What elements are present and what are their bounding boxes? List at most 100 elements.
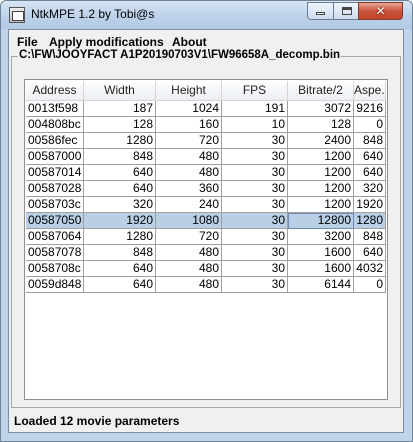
menu-file[interactable]: File	[17, 35, 38, 49]
cell-address[interactable]: 00587050	[26, 213, 84, 229]
cell-address[interactable]: 00587078	[26, 245, 84, 261]
cell-fps[interactable]: 30	[222, 197, 288, 213]
cell-width[interactable]: 1280	[84, 133, 156, 149]
cell-width[interactable]: 848	[84, 245, 156, 261]
menu-apply-modifications[interactable]: Apply modifications	[49, 35, 164, 49]
cell-aspect[interactable]: 640	[354, 165, 386, 181]
title-bar[interactable]: NtkMPE 1.2 by Tobi@s ✕	[1, 1, 412, 29]
cell-fps[interactable]: 30	[222, 245, 288, 261]
cell-address[interactable]: 0059d848	[26, 277, 84, 293]
cell-bitrate[interactable]: 1200	[288, 165, 354, 181]
cell-height[interactable]: 720	[156, 229, 222, 245]
cell-aspect[interactable]: 320	[354, 181, 386, 197]
cell-address[interactable]: 0013f598	[26, 101, 84, 117]
column-header-height[interactable]: Height	[156, 81, 222, 100]
menu-about[interactable]: About	[172, 35, 207, 49]
table-row[interactable]: 0058708c 640 480 30 1600 4032	[26, 261, 386, 277]
cell-address[interactable]: 0058703c	[26, 197, 84, 213]
cell-bitrate[interactable]: 12800	[288, 213, 354, 229]
cell-bitrate[interactable]: 128	[288, 117, 354, 133]
cell-width[interactable]: 1920	[84, 213, 156, 229]
cell-width[interactable]: 640	[84, 277, 156, 293]
table-row[interactable]: 00587078 848 480 30 1600 640	[26, 245, 386, 261]
cell-aspect[interactable]: 9216	[354, 101, 386, 117]
cell-bitrate[interactable]: 1600	[288, 245, 354, 261]
cell-height[interactable]: 1024	[156, 101, 222, 117]
cell-aspect[interactable]: 1920	[354, 197, 386, 213]
cell-address[interactable]: 00587014	[26, 165, 84, 181]
app-icon[interactable]	[9, 7, 25, 23]
cell-height[interactable]: 480	[156, 245, 222, 261]
cell-fps[interactable]: 30	[222, 149, 288, 165]
movie-parameters-table[interactable]: Address Width Height FPS Bitrate/2 Aspe.…	[24, 79, 388, 400]
cell-width[interactable]: 320	[84, 197, 156, 213]
table-row[interactable]: 0058703c 320 240 30 1200 1920	[26, 197, 386, 213]
column-header-bitrate[interactable]: Bitrate/2	[288, 81, 354, 100]
cell-fps[interactable]: 30	[222, 165, 288, 181]
cell-width[interactable]: 640	[84, 261, 156, 277]
cell-height[interactable]: 480	[156, 165, 222, 181]
cell-height[interactable]: 160	[156, 117, 222, 133]
cell-width[interactable]: 640	[84, 165, 156, 181]
cell-width[interactable]: 848	[84, 149, 156, 165]
cell-fps[interactable]: 30	[222, 181, 288, 197]
cell-fps[interactable]: 30	[222, 277, 288, 293]
cell-address[interactable]: 00586fec	[26, 133, 84, 149]
table-row[interactable]: 00587028 640 360 30 1200 320	[26, 181, 386, 197]
cell-aspect[interactable]: 4032	[354, 261, 386, 277]
cell-aspect[interactable]: 640	[354, 149, 386, 165]
cell-fps[interactable]: 10	[222, 117, 288, 133]
cell-bitrate[interactable]: 1600	[288, 261, 354, 277]
cell-fps[interactable]: 30	[222, 213, 288, 229]
cell-aspect[interactable]: 848	[354, 133, 386, 149]
cell-bitrate[interactable]: 1200	[288, 149, 354, 165]
cell-aspect[interactable]: 1280	[354, 213, 386, 229]
column-header-aspect[interactable]: Aspe...	[354, 81, 386, 100]
cell-aspect[interactable]: 0	[354, 277, 386, 293]
close-button[interactable]: ✕	[358, 2, 403, 20]
cell-aspect[interactable]: 640	[354, 245, 386, 261]
cell-fps[interactable]: 30	[222, 261, 288, 277]
cell-height[interactable]: 480	[156, 149, 222, 165]
table-row[interactable]: 0013f598 187 1024 191 3072 9216	[26, 101, 386, 117]
cell-address[interactable]: 004808bc	[26, 117, 84, 133]
cell-fps[interactable]: 191	[222, 101, 288, 117]
cell-width[interactable]: 1280	[84, 229, 156, 245]
column-header-fps[interactable]: FPS	[222, 81, 288, 100]
cell-bitrate[interactable]: 3072	[288, 101, 354, 117]
cell-width[interactable]: 640	[84, 181, 156, 197]
cell-height[interactable]: 1080	[156, 213, 222, 229]
cell-fps[interactable]: 30	[222, 229, 288, 245]
cell-height[interactable]: 720	[156, 133, 222, 149]
table-row[interactable]: 00587014 640 480 30 1200 640	[26, 165, 386, 181]
cell-width[interactable]: 187	[84, 101, 156, 117]
cell-fps[interactable]: 30	[222, 133, 288, 149]
cell-address[interactable]: 00587000	[26, 149, 84, 165]
cell-bitrate[interactable]: 1200	[288, 197, 354, 213]
cell-height[interactable]: 480	[156, 261, 222, 277]
cell-height[interactable]: 360	[156, 181, 222, 197]
table-row[interactable]: 00587064 1280 720 30 3200 848	[26, 229, 386, 245]
cell-height[interactable]: 480	[156, 277, 222, 293]
minimize-button[interactable]	[307, 2, 334, 20]
table-row[interactable]: 00587000 848 480 30 1200 640	[26, 149, 386, 165]
cell-bitrate[interactable]: 1200	[288, 181, 354, 197]
table-row[interactable]: 00586fec 1280 720 30 2400 848	[26, 133, 386, 149]
table-row[interactable]: 0059d848 640 480 30 6144 0	[26, 277, 386, 293]
cell-bitrate[interactable]: 3200	[288, 229, 354, 245]
cell-bitrate[interactable]: 6144	[288, 277, 354, 293]
table-row[interactable]: 00587050 1920 1080 30 12800 1280	[26, 213, 386, 229]
cell-address[interactable]: 0058708c	[26, 261, 84, 277]
column-header-address[interactable]: Address	[26, 81, 84, 100]
cell-bitrate[interactable]: 2400	[288, 133, 354, 149]
client-area: File Apply modifications About C:\FW\JOO…	[8, 29, 404, 433]
cell-address[interactable]: 00587064	[26, 229, 84, 245]
column-header-width[interactable]: Width	[84, 81, 156, 100]
cell-aspect[interactable]: 0	[354, 117, 386, 133]
cell-address[interactable]: 00587028	[26, 181, 84, 197]
cell-width[interactable]: 128	[84, 117, 156, 133]
table-row[interactable]: 004808bc 128 160 10 128 0	[26, 117, 386, 133]
maximize-button[interactable]	[333, 2, 359, 20]
cell-aspect[interactable]: 848	[354, 229, 386, 245]
cell-height[interactable]: 240	[156, 197, 222, 213]
